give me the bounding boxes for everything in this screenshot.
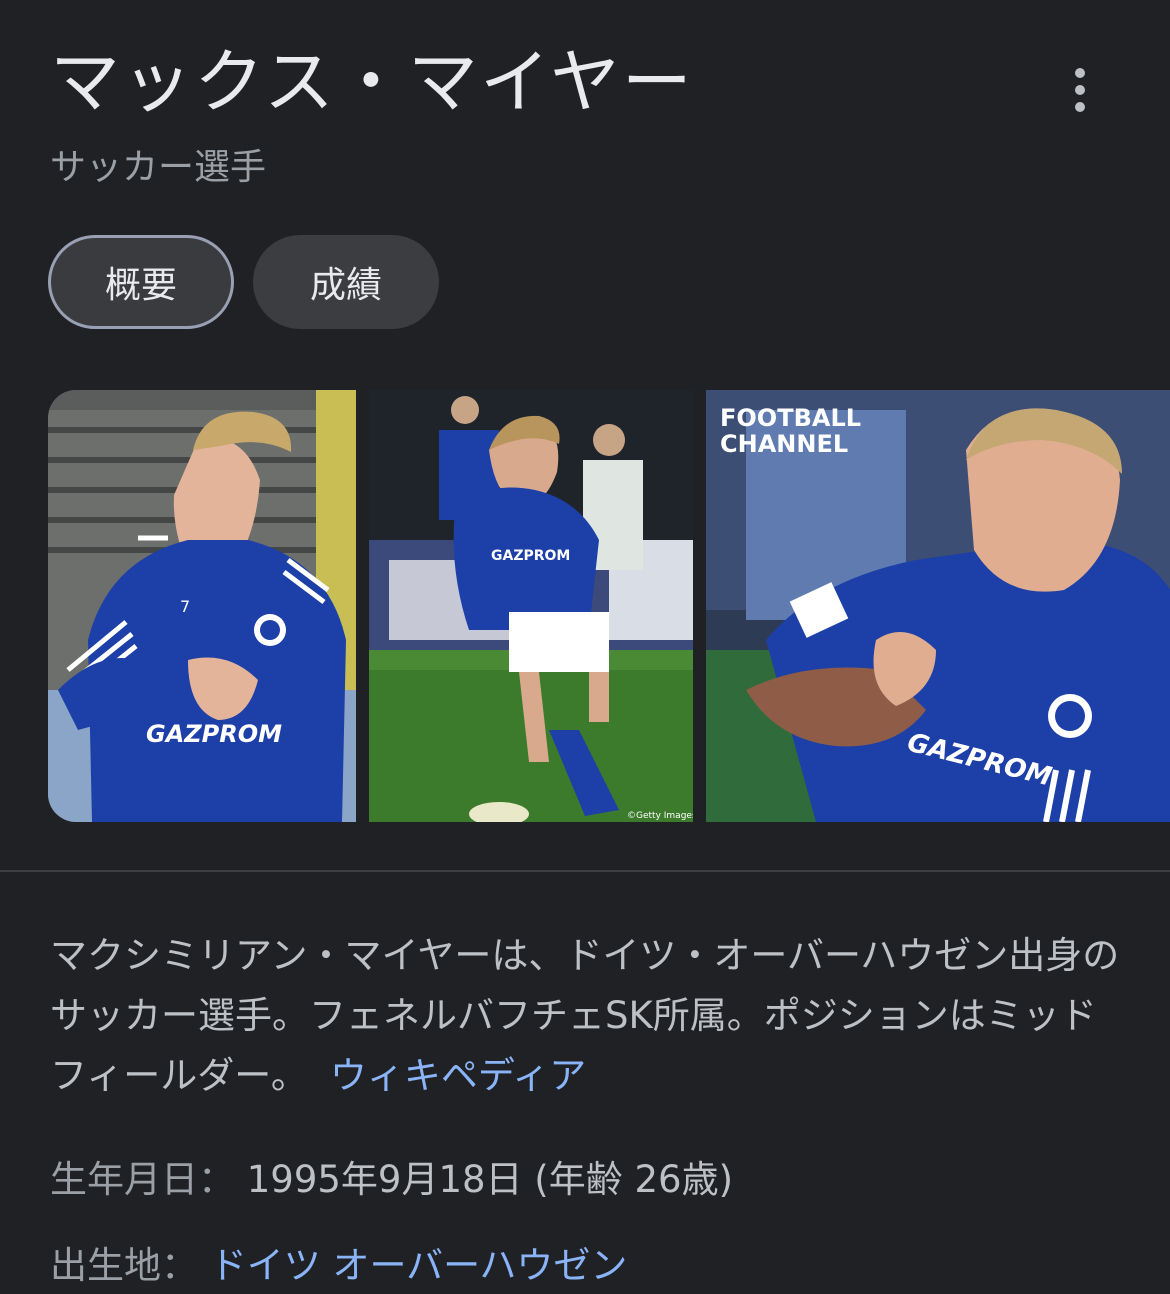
photo-credit: ©Getty Images xyxy=(627,811,693,821)
more-vert-icon-dot-2 xyxy=(1075,85,1085,95)
page-subtitle: サッカー選手 xyxy=(50,147,267,188)
page-title: マックス・マイヤー xyxy=(50,41,694,123)
fact-label: 生年月日： xyxy=(50,1158,247,1201)
section-divider xyxy=(0,870,1170,872)
description: マクシミリアン・マイヤーは、ドイツ・オーバーハウゼン出身のサッカー選手。フェネル… xyxy=(50,926,1130,1106)
fact-value: 1995年9月18日 (年齢 26歳) xyxy=(246,1158,734,1201)
image-gallery: 7 GAZPROM GAZPROM ©Getty Images FOOTBALL… xyxy=(48,390,1170,822)
player-photo-3[interactable]: FOOTBALL CHANNEL GAZPROM xyxy=(706,390,1170,822)
more-vert-icon-dot-3 xyxy=(1075,102,1085,112)
fact-birthplace: 出生地： ドイツ オーバーハウゼン xyxy=(50,1238,627,1294)
wikipedia-link[interactable]: ウィキペディア xyxy=(330,1054,586,1097)
sponsor-logo: GAZPROM xyxy=(491,548,570,564)
more-options-button[interactable] xyxy=(1052,62,1108,118)
tab-overview[interactable]: 概要 xyxy=(48,235,234,329)
birthplace-link[interactable]: ドイツ オーバーハウゼン xyxy=(210,1244,628,1287)
tab-bar: 概要 成績 xyxy=(48,235,439,329)
fact-label: 出生地： xyxy=(50,1244,210,1287)
player-photo-1[interactable]: 7 GAZPROM xyxy=(48,390,356,822)
jersey-number: 7 xyxy=(180,597,190,616)
sponsor-logo: GAZPROM xyxy=(146,720,282,748)
more-vert-icon xyxy=(1075,68,1085,78)
player-photo-2[interactable]: GAZPROM ©Getty Images xyxy=(369,390,693,822)
tab-stats[interactable]: 成績 xyxy=(253,235,439,329)
watermark-line-1: FOOTBALL xyxy=(720,404,861,432)
fact-birth-date: 生年月日： 1995年9月18日 (年齢 26歳) xyxy=(50,1152,733,1208)
watermark-line-2: CHANNEL xyxy=(720,430,848,458)
